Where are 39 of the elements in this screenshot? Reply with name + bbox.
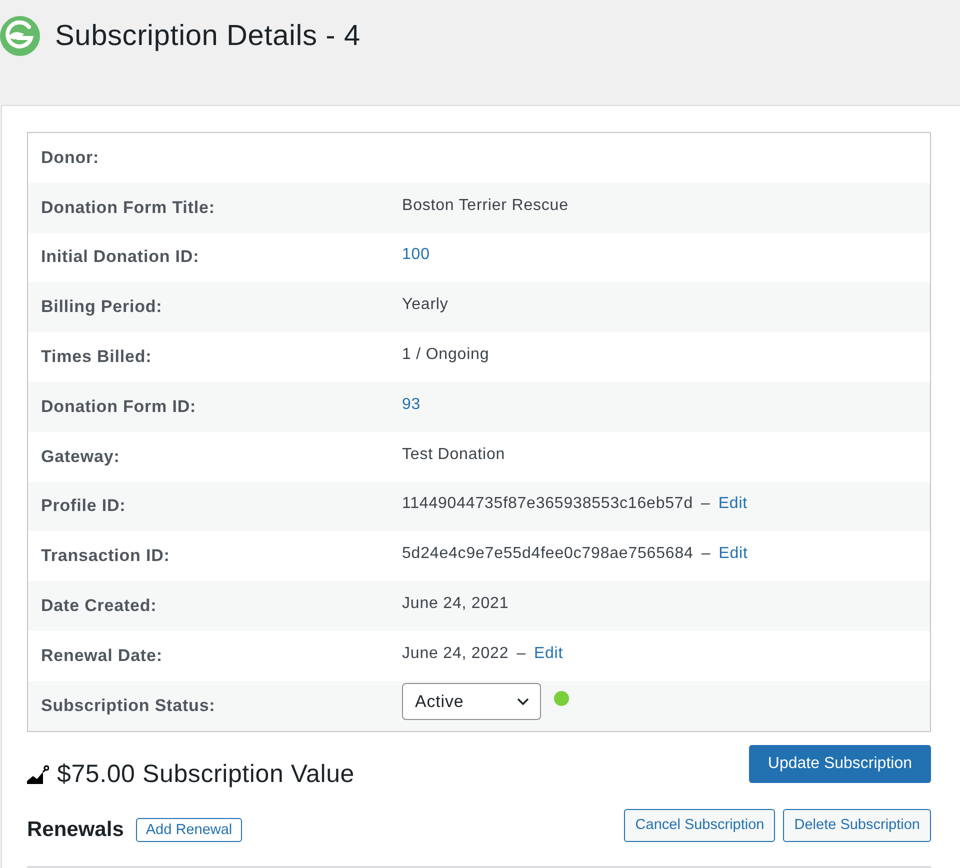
detail-value: Test Donation: [402, 446, 506, 464]
subscription-action-button[interactable]: Cancel Subscription: [624, 808, 776, 842]
detail-label: Donor:: [40, 148, 100, 168]
detail-value: June 24, 2021: [402, 595, 509, 614]
add-renewal-button[interactable]: Add Renewal: [136, 818, 242, 842]
edit-link[interactable]: Edit: [718, 545, 748, 564]
edit-link[interactable]: Edit: [534, 644, 564, 663]
detail-label: Billing Period:: [40, 297, 164, 318]
detail-label: Donation Form ID:: [40, 396, 198, 417]
detail-label: Donation Form Title:: [40, 198, 216, 218]
subscription-action-button[interactable]: Delete Subscription: [783, 808, 931, 842]
page-title: Subscription Details - 4: [55, 20, 360, 52]
detail-value: 1 / Ongoing: [402, 346, 490, 364]
detail-value: 5d24e4c9e7e55d4fee0c798ae7565684: [402, 545, 694, 564]
area-chart-icon: [27, 764, 49, 784]
update-subscription-button[interactable]: Update Subscription: [748, 744, 931, 783]
detail-label: Transaction ID:: [40, 546, 171, 566]
status-select[interactable]: Active: [402, 683, 541, 720]
dash-separator: –: [516, 644, 526, 663]
id-link[interactable]: 100: [402, 246, 430, 264]
detail-label: Date Created:: [40, 596, 158, 616]
dash-separator: –: [701, 545, 711, 564]
detail-value: 11449044735f87e365938553c16eb57d: [402, 495, 694, 514]
detail-value: Yearly: [402, 296, 448, 314]
detail-label: Initial Donation ID:: [40, 247, 200, 268]
detail-label: Times Billed:: [40, 347, 153, 368]
detail-label: Renewal Date:: [40, 646, 164, 666]
chevron-down-icon: [517, 698, 529, 706]
detail-value: Boston Terrier Rescue: [402, 196, 568, 215]
detail-label: Subscription Status:: [40, 696, 216, 716]
logo-icon: [0, 16, 40, 56]
dash-separator: –: [701, 495, 710, 514]
id-link[interactable]: 93: [402, 396, 421, 414]
edit-link[interactable]: Edit: [718, 495, 748, 514]
detail-value: June 24, 2022: [402, 644, 509, 663]
renewals-heading: Renewals: [27, 818, 124, 842]
detail-label: Gateway:: [40, 446, 121, 467]
subscription-value: $75.00 Subscription Value: [57, 760, 355, 789]
detail-label: Profile ID:: [40, 496, 127, 516]
